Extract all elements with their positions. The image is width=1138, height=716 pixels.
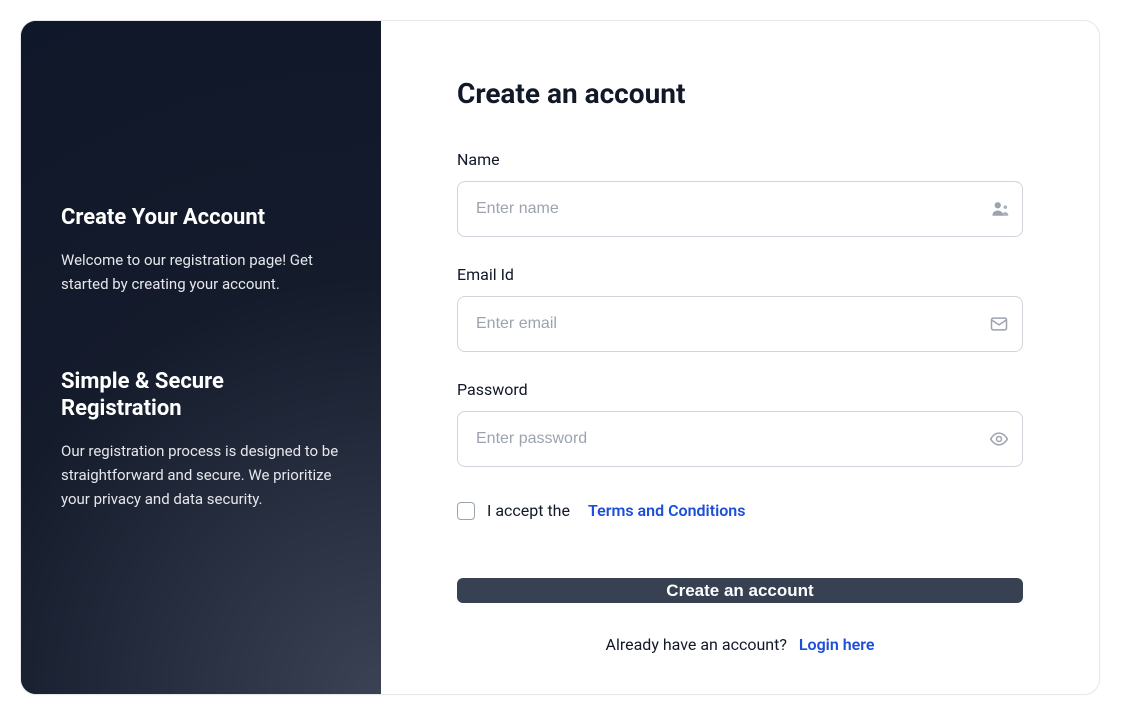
form-panel: Create an account Name Email Id Password bbox=[381, 21, 1099, 694]
password-group: Password bbox=[457, 380, 1023, 467]
sidebar-body: Welcome to our registration page! Get st… bbox=[61, 248, 341, 296]
email-label: Email Id bbox=[457, 265, 1023, 284]
password-label: Password bbox=[457, 380, 1023, 399]
sidebar-heading: Create Your Account bbox=[61, 204, 341, 232]
login-prompt: Already have an account? bbox=[606, 635, 787, 654]
terms-checkbox[interactable] bbox=[457, 502, 475, 520]
sidebar-heading: Simple & Secure Registration bbox=[61, 368, 341, 423]
name-label: Name bbox=[457, 150, 1023, 169]
password-input-wrap bbox=[457, 411, 1023, 467]
sidebar-panel: Create Your Account Welcome to our regis… bbox=[21, 21, 381, 694]
login-row: Already have an account? Login here bbox=[457, 635, 1023, 654]
email-input[interactable] bbox=[457, 296, 1023, 352]
page-title: Create an account bbox=[457, 77, 1023, 110]
eye-icon[interactable] bbox=[989, 429, 1009, 449]
password-input[interactable] bbox=[457, 411, 1023, 467]
terms-text: I accept the bbox=[487, 501, 570, 520]
terms-row: I accept the Terms and Conditions bbox=[457, 501, 1023, 520]
create-account-button[interactable]: Create an account bbox=[457, 578, 1023, 603]
name-input-wrap bbox=[457, 181, 1023, 237]
terms-link[interactable]: Terms and Conditions bbox=[588, 501, 745, 520]
sidebar-block-create: Create Your Account Welcome to our regis… bbox=[61, 204, 341, 296]
name-group: Name bbox=[457, 150, 1023, 237]
sidebar-block-secure: Simple & Secure Registration Our registr… bbox=[61, 368, 341, 511]
email-group: Email Id bbox=[457, 265, 1023, 352]
registration-card: Create Your Account Welcome to our regis… bbox=[20, 20, 1100, 695]
envelope-icon bbox=[989, 314, 1009, 334]
user-icon bbox=[991, 200, 1009, 218]
name-input[interactable] bbox=[457, 181, 1023, 237]
login-link[interactable]: Login here bbox=[799, 635, 875, 654]
sidebar-body: Our registration process is designed to … bbox=[61, 439, 341, 511]
email-input-wrap bbox=[457, 296, 1023, 352]
